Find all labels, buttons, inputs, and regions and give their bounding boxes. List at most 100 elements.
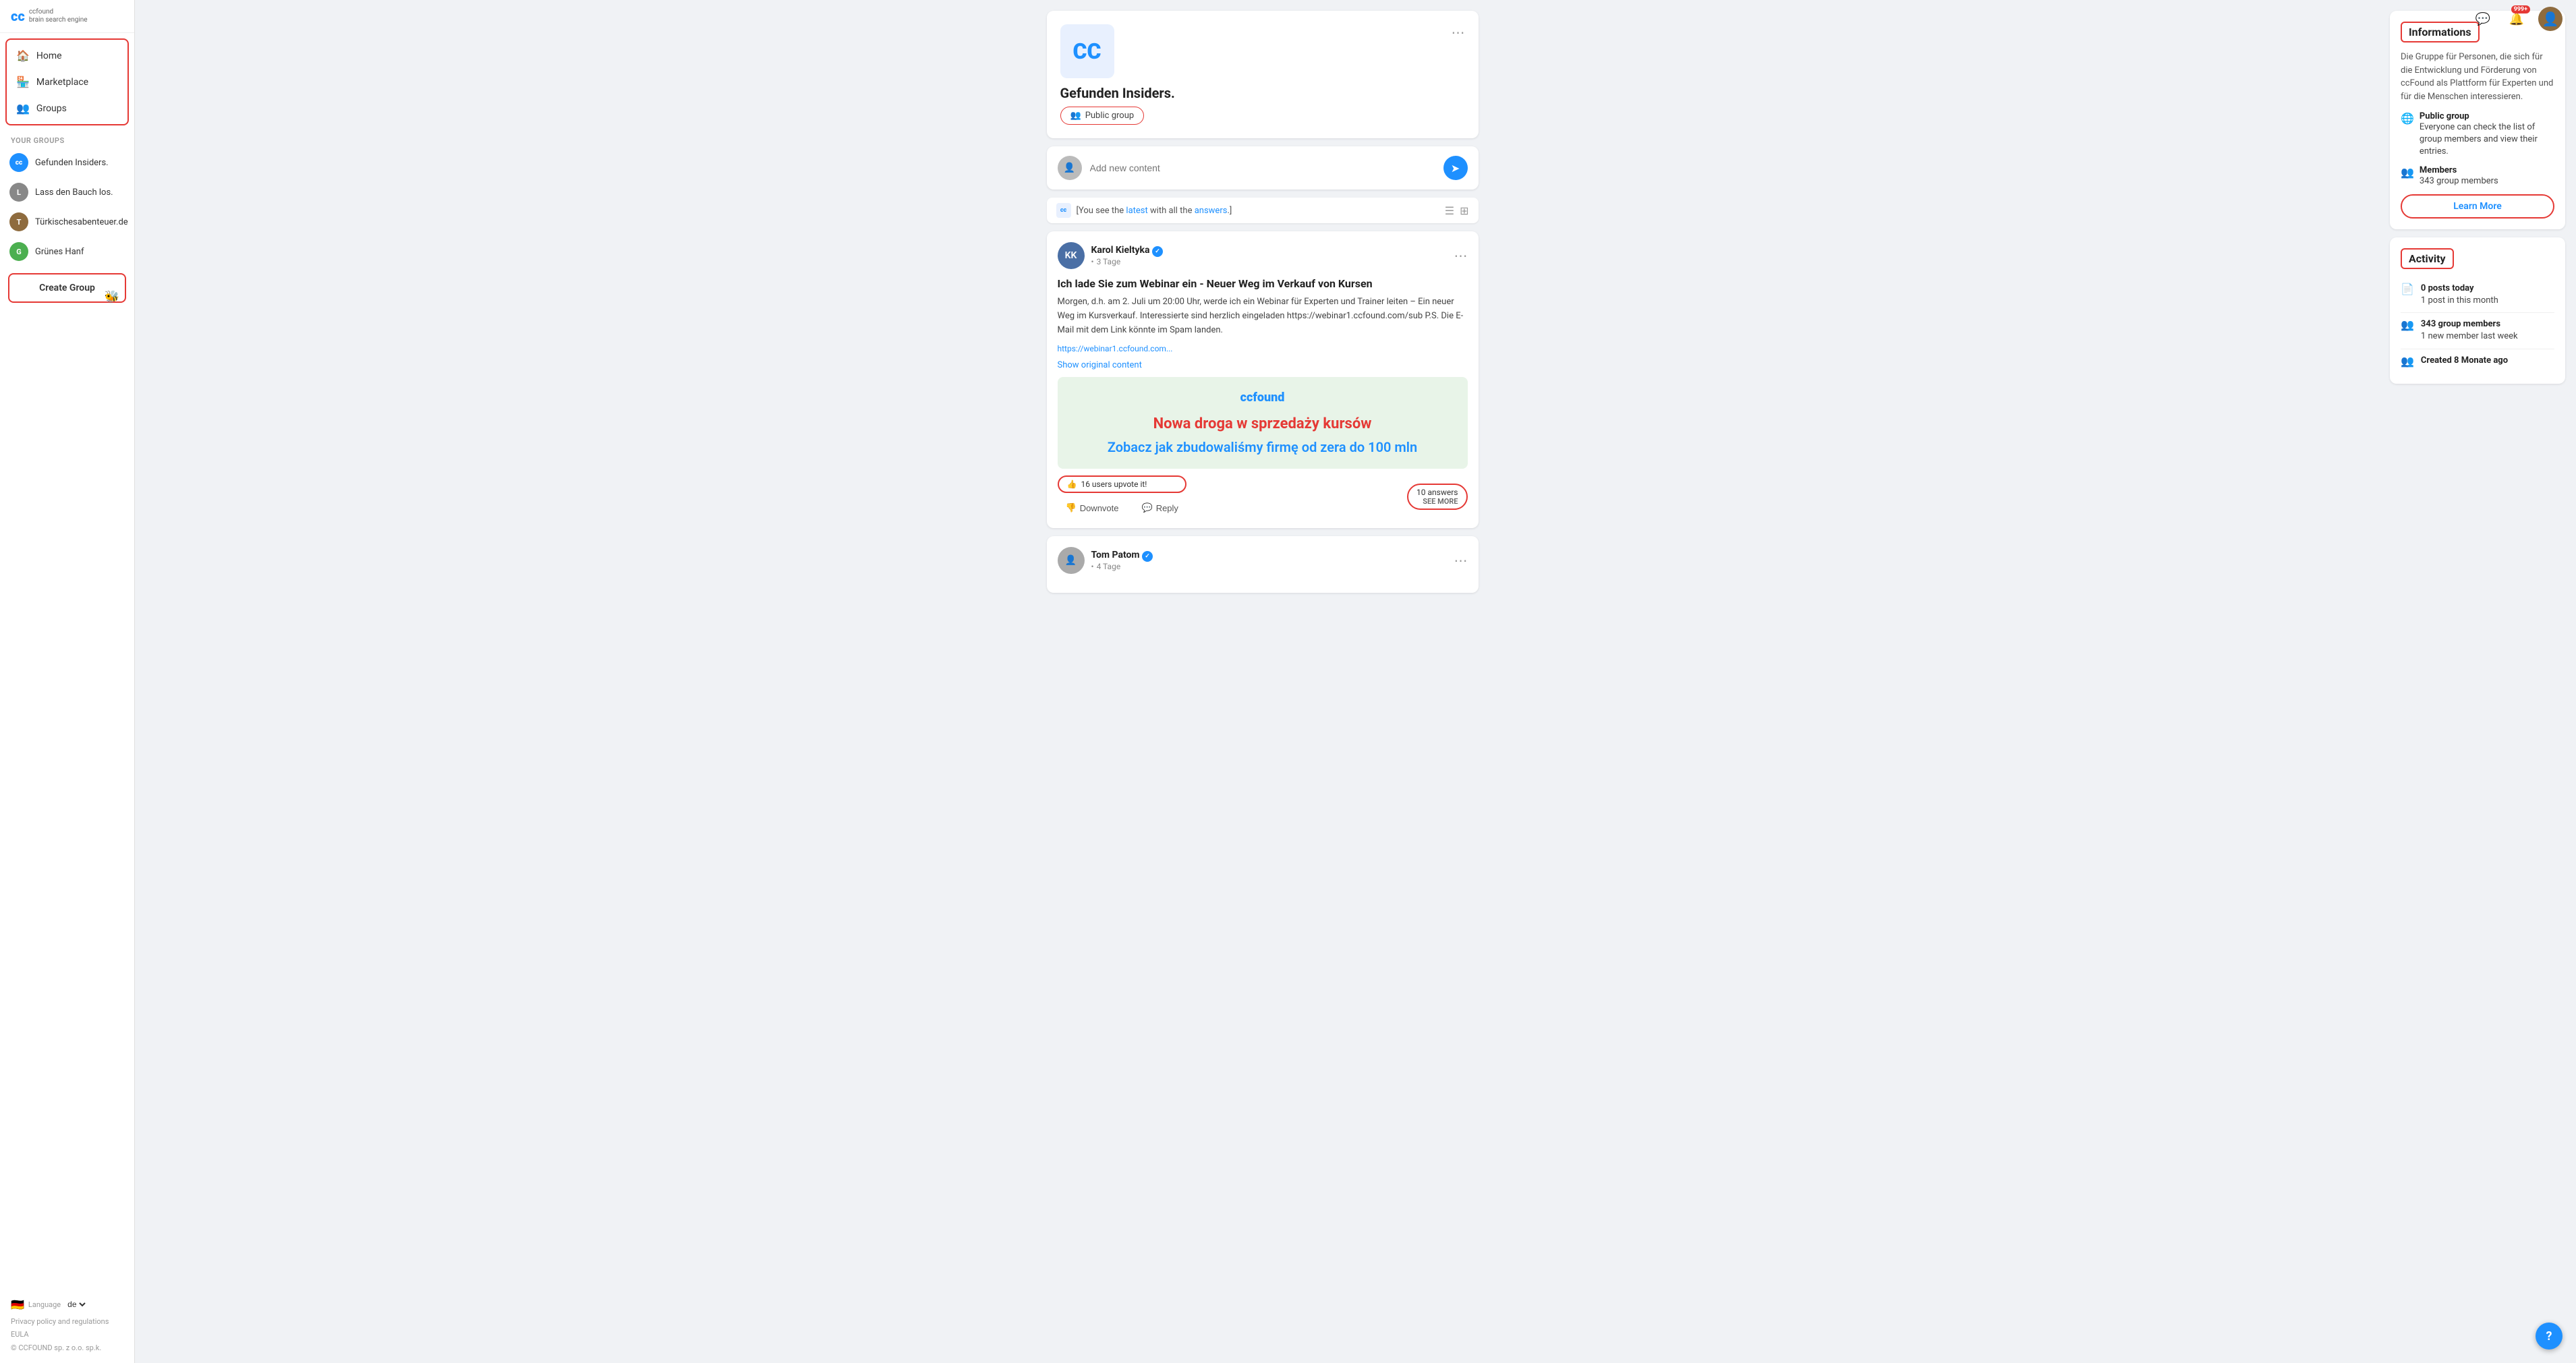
user-avatar[interactable]: 👤 (2538, 7, 2563, 31)
current-user-avatar: 👤 (1058, 156, 1082, 180)
post-1-author: Karol Kieltyka ✓ (1091, 245, 1164, 257)
grid-view-icon[interactable]: ⊞ (1460, 204, 1468, 217)
activity-created: Created 8 Monate ago (2421, 355, 2508, 366)
topbar: 💬 🔔 999+ 👤 (2457, 0, 2576, 38)
answers-count: 10 answers (1416, 488, 1458, 497)
group-avatar-lass: L (9, 183, 28, 202)
post-2-bullet: • (1091, 562, 1094, 571)
create-group-button[interactable]: Create Group 🐝 (8, 273, 126, 303)
globe-icon: 🌐 (2401, 112, 2414, 125)
answers-link[interactable]: answers (1195, 206, 1228, 216)
notifications-icon[interactable]: 🔔 999+ (2505, 7, 2529, 31)
logo: cc ccfound brain search engine (0, 0, 134, 33)
activity-row-members: 👥 343 group members 1 new member last we… (2401, 313, 2554, 349)
informations-description: Die Gruppe für Personen, die sich für di… (2401, 51, 2554, 103)
group-avatar-gefunden: cc (9, 153, 28, 172)
answers-badge: 10 answers SEE MORE (1407, 484, 1467, 510)
public-group-info-title: Public group (2420, 111, 2554, 121)
group-menu-dots[interactable]: ⋯ (1452, 24, 1465, 40)
post-1-avatar: KK (1058, 242, 1085, 269)
group-name-turkisches: Türkischesabenteuer.de (35, 217, 128, 227)
public-group-info-row: 🌐 Public group Everyone can check the li… (2401, 111, 2554, 158)
see-more-button[interactable]: SEE MORE (1416, 497, 1458, 506)
nav-label-marketplace: Marketplace (36, 77, 88, 88)
post-1-preview: ccfound Nowa droga w sprzedaży kursów Zo… (1058, 377, 1468, 469)
upvote-badge[interactable]: 👍 16 users upvote it! (1058, 475, 1186, 493)
groups-icon: 👥 (16, 102, 30, 115)
show-original-btn[interactable]: Show original content (1058, 360, 1468, 370)
bee-icon: 🐝 (105, 290, 119, 304)
post-1-menu[interactable]: ⋯ (1454, 248, 1468, 264)
nav-label-home: Home (36, 51, 62, 61)
logo-appname: ccfound (29, 8, 88, 16)
post-2-time: 4 Tage (1097, 562, 1121, 571)
sidebar-footer: 🇩🇪 Language de en Privacy policy and reg… (0, 1290, 134, 1363)
help-button[interactable]: ? (2536, 1323, 2563, 1350)
upvote-count: 16 users upvote it! (1081, 480, 1147, 489)
home-icon: 🏠 (16, 49, 30, 62)
latest-link[interactable]: latest (1126, 206, 1147, 216)
members-activity-icon: 👥 (2401, 318, 2414, 331)
post-2-avatar: 👤 (1058, 547, 1085, 574)
activity-row-created: 👥 Created 8 Monate ago (2401, 349, 2554, 373)
activity-posts-month: 1 post in this month (2421, 295, 2498, 307)
language-select[interactable]: de en (65, 1299, 88, 1310)
group-logo: CC (1060, 24, 1114, 78)
nav-section: 🏠 Home 🏪 Marketplace 👥 Groups (5, 38, 129, 125)
activity-title: Activity (2401, 248, 2454, 269)
group-name: Gefunden Insiders. (1060, 85, 1465, 101)
activity-posts-today: 0 posts today (2421, 283, 2474, 293)
post-1-verified-icon: ✓ (1152, 246, 1163, 257)
posts-activity-icon: 📄 (2401, 283, 2414, 295)
reply-button[interactable]: 💬 Reply (1134, 498, 1186, 517)
nav-item-home[interactable]: 🏠 Home (7, 42, 127, 69)
language-flag: 🇩🇪 (11, 1298, 24, 1311)
sidebar-group-gefunden[interactable]: cc Gefunden Insiders. (0, 148, 134, 177)
send-button[interactable]: ➤ (1443, 156, 1468, 180)
preview-logo: ccfound (1071, 390, 1454, 405)
eula-link[interactable]: EULA (11, 1330, 29, 1339)
post-1-footer: 👍 16 users upvote it! 👎 Downvote 💬 Reply (1058, 475, 1468, 517)
post-1-bullet: • (1091, 257, 1094, 266)
created-activity-icon: 👥 (2401, 355, 2414, 368)
right-sidebar: Informations Die Gruppe für Personen, di… (2390, 11, 2565, 1352)
public-group-badge[interactable]: 👥 Public group (1060, 107, 1145, 125)
nav-label-groups: Groups (36, 103, 67, 114)
sidebar-group-grunes[interactable]: G Grünes Hanf (0, 237, 134, 266)
post-2-menu[interactable]: ⋯ (1454, 552, 1468, 569)
privacy-link[interactable]: Privacy policy and regulations (11, 1317, 109, 1326)
activity-row-posts: 📄 0 posts today 1 post in this month (2401, 277, 2554, 313)
cc-small-icon: cc (1056, 203, 1071, 218)
logo-tagline: brain search engine (29, 16, 88, 24)
marketplace-icon: 🏪 (16, 76, 30, 88)
sidebar-group-turkisches[interactable]: T Türkischesabenteuer.de (0, 207, 134, 237)
new-content-input[interactable] (1090, 163, 1435, 173)
nav-item-marketplace[interactable]: 🏪 Marketplace (7, 69, 127, 95)
preview-title: Nowa droga w sprzedaży kursów (1071, 415, 1454, 432)
group-avatar-turkisches: T (9, 212, 28, 231)
public-group-label: Public group (1085, 111, 1134, 121)
logo-cc: cc (11, 8, 25, 24)
group-name-grunes: Grünes Hanf (35, 247, 84, 257)
sidebar-group-lass[interactable]: L Lass den Bauch los. (0, 177, 134, 207)
downvote-icon: 👎 (1066, 502, 1077, 513)
thumbs-up-icon: 👍 (1067, 480, 1077, 489)
downvote-button[interactable]: 👎 Downvote (1058, 498, 1127, 517)
nav-item-groups[interactable]: 👥 Groups (7, 95, 127, 121)
learn-more-button[interactable]: Learn More (2401, 194, 2554, 219)
post-1-title: Ich lade Sie zum Webinar ein - Neuer Weg… (1058, 277, 1468, 290)
members-info-row: 👥 Members 343 group members (2401, 165, 2554, 187)
messages-icon[interactable]: 💬 (2471, 7, 2495, 31)
activity-new-member: 1 new member last week (2421, 330, 2518, 343)
main-content: CC ⋯ Gefunden Insiders. 👥 Public group 👤… (135, 0, 2576, 1363)
latest-text: [You see the latest with all the answers… (1077, 206, 1232, 216)
post-1-link[interactable]: https://webinar1.ccfound.com... (1058, 344, 1468, 353)
post-1-time: 3 Tage (1097, 257, 1121, 266)
list-view-icon[interactable]: ☰ (1445, 204, 1454, 217)
members-icon: 👥 (2401, 166, 2414, 179)
informations-card: Informations Die Gruppe für Personen, di… (2390, 11, 2565, 229)
members-info-count: 343 group members (2420, 175, 2498, 187)
activity-card: Activity 📄 0 posts today 1 post in this … (2390, 237, 2565, 384)
members-info-title: Members (2420, 165, 2498, 175)
language-label: Language (28, 1300, 61, 1309)
